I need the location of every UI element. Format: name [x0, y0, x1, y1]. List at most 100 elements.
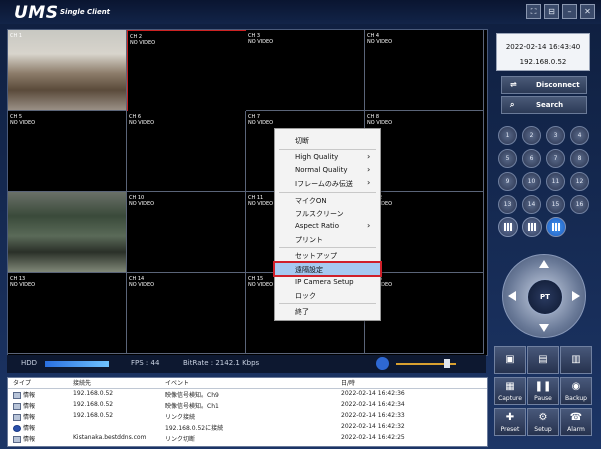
- camera-b-button[interactable]: ▤: [527, 346, 559, 374]
- setup-icon: ⚙: [538, 412, 548, 423]
- close-button[interactable]: ✕: [580, 4, 595, 19]
- alarm-button[interactable]: ☎ Alarm: [560, 408, 592, 436]
- channel-button-13[interactable]: 13: [498, 195, 517, 214]
- channel-label: CH 13 NO VIDEO: [10, 276, 36, 288]
- event-row[interactable]: 情報 Kistanaka.bestddns.com リンク切断 2022-02-14 …: [8, 434, 487, 443]
- event-host: 192.168.0.52: [73, 401, 114, 408]
- channel-button-1[interactable]: 1: [498, 126, 517, 145]
- layout-16-button[interactable]: [546, 217, 566, 237]
- channel-button-11[interactable]: 11: [546, 172, 565, 191]
- pause-button[interactable]: ❚❚ Pause: [527, 377, 559, 405]
- event-type: 情報: [13, 401, 35, 410]
- grid-layout-icon: [528, 223, 536, 231]
- event-row[interactable]: 情報 192.168.0.52に接続 2022-02-14 16:42:32: [8, 423, 487, 432]
- menu-item-remote-settings[interactable]: 遠隔設定: [273, 261, 382, 277]
- channel-button-3[interactable]: 3: [546, 126, 565, 145]
- camera-c-button[interactable]: ▥: [560, 346, 592, 374]
- menu-item-aspect-ratio[interactable]: Aspect Ratio ›: [275, 220, 380, 232]
- datetime-display: 2022-02-14 16:43:40: [505, 43, 581, 51]
- monitor-icon: [13, 436, 21, 443]
- hdd-label: HDD: [21, 359, 38, 367]
- bitrate-readout: BitRate : 2142.1 Kbps: [183, 359, 260, 367]
- camera-b-icon: ▤: [538, 354, 548, 365]
- camera-feed: [8, 192, 126, 272]
- channel-button-14[interactable]: 14: [522, 195, 541, 214]
- header-time[interactable]: 日/時: [341, 378, 355, 387]
- video-cell[interactable]: CH 6 NO VIDEO: [127, 111, 246, 192]
- channel-label: CH 7 NO VIDEO: [248, 114, 274, 126]
- video-cell[interactable]: CH 2 NO VIDEO: [127, 30, 247, 112]
- volume-knob[interactable]: [444, 359, 450, 368]
- disconnect-button[interactable]: ⇌ Disconnect: [501, 76, 587, 94]
- event-log: タイプ 接続先 イベント 日/時 情報 192.168.0.52 映像信号検知。Ch…: [7, 377, 488, 447]
- menu-item-print[interactable]: プリント: [275, 233, 380, 245]
- menu-item-lock[interactable]: ロック: [275, 289, 380, 301]
- event-row[interactable]: 情報 192.168.0.52 映像信号検知。Ch1 2022-02-14 16:42…: [8, 401, 487, 410]
- video-cell[interactable]: CH 5 NO VIDEO: [8, 111, 127, 192]
- video-cell[interactable]: CH 16 NO VIDEO: [365, 273, 484, 354]
- menu-item-high-quality[interactable]: High Quality ›: [275, 151, 380, 163]
- ptz-down-icon[interactable]: [539, 324, 549, 332]
- submenu-arrow-icon: ›: [367, 152, 371, 161]
- speaker-icon[interactable]: [376, 357, 389, 370]
- video-cell[interactable]: CH 12 NO VIDEO: [365, 192, 484, 273]
- video-cell[interactable]: CH 14 NO VIDEO: [127, 273, 246, 354]
- video-cell[interactable]: CH 1: [8, 30, 127, 111]
- status-bar: HDD FPS : 44 BitRate : 2142.1 Kbps: [7, 355, 486, 373]
- channel-button-6[interactable]: 6: [522, 149, 541, 168]
- video-cell[interactable]: CH 10 NO VIDEO: [127, 192, 246, 273]
- header-host[interactable]: 接続先: [73, 378, 91, 387]
- fullscreen-button[interactable]: ⛶: [526, 4, 541, 19]
- layout-4-button[interactable]: [522, 217, 542, 237]
- channel-button-15[interactable]: 15: [546, 195, 565, 214]
- event-time: 2022-02-14 16:42:33: [341, 412, 405, 419]
- menu-item-ip-camera-setup[interactable]: IP Camera Setup: [275, 276, 380, 288]
- backup-button[interactable]: ◉ Backup: [560, 377, 592, 405]
- header-type[interactable]: タイプ: [13, 378, 31, 387]
- menu-item-mic-on[interactable]: マイクON: [275, 194, 380, 206]
- capture-button[interactable]: ▦ Capture: [494, 377, 526, 405]
- ptz-up-icon[interactable]: [539, 260, 549, 268]
- video-cell[interactable]: CH 13 NO VIDEO: [8, 273, 127, 354]
- ums-app-window: UMS Single Client ⛶ ⊟ – ✕ CH 1 CH 2 NO VI…: [0, 0, 601, 449]
- layout-1-button[interactable]: [498, 217, 518, 237]
- monitor-icon: [13, 414, 21, 421]
- menu-item-normal-quality[interactable]: Normal Quality ›: [275, 164, 380, 176]
- preset-button[interactable]: ✚ Preset: [494, 408, 526, 436]
- channel-button-12[interactable]: 12: [570, 172, 589, 191]
- event-type: 情報: [13, 423, 35, 432]
- setup-button[interactable]: ⚙ Setup: [527, 408, 559, 436]
- camera-a-button[interactable]: ▣: [494, 346, 526, 374]
- menu-item-fullscreen[interactable]: フルスクリーン: [275, 207, 380, 219]
- menu-item-setup[interactable]: セットアップ: [275, 249, 380, 261]
- menu-item-disconnect[interactable]: 切断: [275, 134, 380, 146]
- search-button[interactable]: ⌕ Search: [501, 96, 587, 114]
- video-cell[interactable]: CH 3 NO VIDEO: [246, 30, 365, 111]
- event-row[interactable]: 情報 192.168.0.52 リンク接続 2022-02-14 16:42:33: [8, 412, 487, 421]
- ptz-control[interactable]: PT: [502, 254, 586, 338]
- video-cell[interactable]: CH 8 NO VIDEO: [365, 111, 484, 192]
- channel-button-5[interactable]: 5: [498, 149, 517, 168]
- channel-button-2[interactable]: 2: [522, 126, 541, 145]
- minimize-button[interactable]: –: [562, 4, 577, 19]
- channel-button-9[interactable]: 9: [498, 172, 517, 191]
- video-cell[interactable]: CH 4 NO VIDEO: [365, 30, 484, 111]
- info-icon: [13, 425, 21, 432]
- channel-button-4[interactable]: 4: [570, 126, 589, 145]
- ptz-right-icon[interactable]: [572, 291, 580, 301]
- event-host: 192.168.0.52: [73, 390, 114, 397]
- channel-label: CH 6 NO VIDEO: [129, 114, 155, 126]
- plug-icon: ⇌: [510, 80, 517, 89]
- channel-button-8[interactable]: 8: [570, 149, 589, 168]
- header-event[interactable]: イベント: [165, 378, 189, 387]
- channel-button-7[interactable]: 7: [546, 149, 565, 168]
- menu-item-exit[interactable]: 終了: [275, 305, 380, 317]
- video-cell[interactable]: [8, 192, 127, 273]
- restore-button[interactable]: ⊟: [544, 4, 559, 19]
- channel-button-16[interactable]: 16: [570, 195, 589, 214]
- event-row[interactable]: 情報 192.168.0.52 映像信号検知。Ch9 2022-02-14 16:42…: [8, 390, 487, 399]
- menu-item-iframe-only[interactable]: Iフレームのみ伝送 ›: [275, 177, 380, 189]
- ptz-center-button[interactable]: PT: [527, 279, 563, 315]
- ptz-left-icon[interactable]: [508, 291, 516, 301]
- channel-button-10[interactable]: 10: [522, 172, 541, 191]
